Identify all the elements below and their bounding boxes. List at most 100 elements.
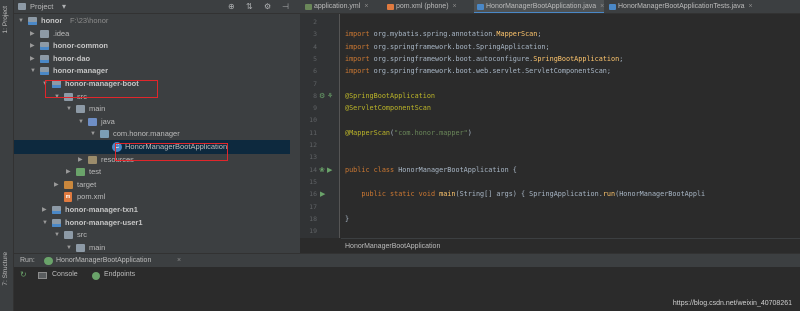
console-tab[interactable]: Console <box>52 271 78 278</box>
line-number: 4 <box>313 42 317 51</box>
highlight-box-module <box>45 80 158 98</box>
folder-icon <box>64 231 73 240</box>
code-token: org.springframework.boot.web.servlet.Ser… <box>373 67 611 76</box>
code-line: import org.springframework.boot.autoconf… <box>345 55 623 63</box>
project-icon <box>18 3 26 10</box>
highlight-box-class <box>115 143 228 161</box>
module-folder-icon <box>28 17 37 25</box>
tool-window-stripe: 1: Project 7: Structure <box>0 0 14 311</box>
run-icon[interactable]: ▶ <box>327 166 332 174</box>
collapse-icon[interactable]: ⇅ <box>246 2 253 11</box>
close-icon[interactable]: × <box>453 3 457 10</box>
line-number: 6 <box>313 67 317 76</box>
project-view-selector[interactable]: Project <box>30 2 53 11</box>
line-number: 13 <box>309 153 317 162</box>
folder-icon <box>76 243 85 252</box>
file-icon <box>387 4 394 10</box>
editor-tab[interactable]: HonorManagerBootApplicationTests.java × <box>606 0 766 13</box>
spring-boot-icon[interactable]: ❀ <box>319 166 325 174</box>
tree-row[interactable]: ▼ main <box>14 241 290 253</box>
editor-tab[interactable]: HonorManagerBootApplication.java × <box>474 0 604 13</box>
gear-icon[interactable]: ⚙ <box>264 2 271 11</box>
source-folder-icon <box>88 117 97 126</box>
line-number: 11 <box>309 128 317 137</box>
endpoints-icon <box>92 272 100 280</box>
endpoints-tab[interactable]: Endpoints <box>104 271 135 278</box>
line-number: 2 <box>313 18 317 26</box>
code-line: @MapperScan("com.honor.mapper") <box>345 129 472 137</box>
close-icon[interactable]: × <box>177 257 181 264</box>
close-icon[interactable]: × <box>600 3 604 10</box>
code-line: @ServletComponentScan <box>345 104 431 112</box>
file-icon <box>609 4 616 10</box>
code-token: SpringBootApplication <box>533 54 620 63</box>
file-icon <box>477 4 484 10</box>
code-line: public class HonorManagerBootApplication… <box>345 166 517 174</box>
code-token: run <box>602 190 616 199</box>
project-panel: Project ▾ ⊕ ⇅ ⚙ ⊣ ▼ honor F:\23\honor ▶ .ide… <box>14 0 300 253</box>
code-token: import <box>345 54 374 63</box>
module-folder-icon <box>40 67 49 76</box>
module-folder-icon <box>52 206 61 214</box>
spring-boot-icon <box>44 257 53 265</box>
code-token: import <box>345 30 374 39</box>
editor-tab-label: pom.xml (phone) <box>396 3 449 10</box>
expanded-arrow-icon[interactable]: ▼ <box>66 241 72 253</box>
target-icon[interactable]: ⊕ <box>228 2 235 11</box>
tree-item-label: main <box>89 242 106 252</box>
code-line: import org.springframework.boot.SpringAp… <box>345 43 550 51</box>
editor-tab[interactable]: pom.xml (phone) × <box>384 0 472 13</box>
spring-bean-icon[interactable]: ⚙ <box>319 92 325 100</box>
code-token: org.springframework.boot.autoconfigure. <box>373 54 534 63</box>
file-icon <box>305 4 312 10</box>
folder-icon <box>40 29 49 38</box>
close-icon[interactable]: × <box>748 3 752 10</box>
code-token: @ServletComponentScan <box>345 104 431 113</box>
code-line: } <box>345 215 349 223</box>
code-editor[interactable]: import org.mybatis.spring.annotation.Map… <box>341 14 800 238</box>
editor-tab[interactable]: application.yml × <box>302 0 382 13</box>
code-token: HonorManagerBootApplication { <box>398 165 517 174</box>
editor-gutter: 2 3 4 5 6 7 8 9 10 11 12 13 14 15 16 17 18 19 ⚙ ⚘ ❀ ▶ ▶ <box>300 14 340 238</box>
code-token: MapperScan <box>496 30 538 39</box>
code-token: "com.honor.mapper" <box>394 128 468 137</box>
folder-icon <box>76 105 85 114</box>
watermark: https://blog.csdn.net/weixin_40708261 <box>672 300 792 307</box>
code-token: (String[] args) { SpringApplication. <box>455 190 603 199</box>
package-icon <box>100 130 109 139</box>
line-number: 3 <box>313 30 317 39</box>
code-token: @SpringBootApplication <box>345 91 436 100</box>
line-number: 8 <box>313 91 317 100</box>
run-config-tab[interactable]: HonorManagerBootApplication <box>56 257 151 264</box>
code-line: public static void main(String[] args) {… <box>345 190 705 198</box>
hide-icon[interactable]: ⊣ <box>282 2 289 11</box>
editor-tab-label: HonorManagerBootApplication.java <box>486 3 597 10</box>
run-icon[interactable]: ▶ <box>320 190 325 198</box>
close-icon[interactable]: × <box>364 3 368 10</box>
code-token: ; <box>619 54 624 63</box>
xml-file-icon: m <box>64 192 72 203</box>
code-token: public class <box>345 165 399 174</box>
project-tool-tab[interactable]: 1: Project <box>2 6 9 33</box>
line-number: 15 <box>309 177 317 186</box>
line-number: 19 <box>309 227 317 236</box>
chevron-down-icon[interactable]: ▾ <box>62 2 66 11</box>
structure-tool-tab[interactable]: 7: Structure <box>2 252 9 286</box>
code-token: } <box>345 214 350 223</box>
module-folder-icon <box>52 218 61 227</box>
code-token: import <box>345 42 374 51</box>
code-token: @MapperScan <box>345 128 391 137</box>
breadcrumb[interactable]: HonorManagerBootApplication <box>341 238 800 253</box>
excluded-folder-icon <box>64 180 73 189</box>
code-token: ; <box>537 30 542 39</box>
run-toolbar: Run: HonorManagerBootApplication × <box>14 253 800 267</box>
test-folder-icon <box>76 168 85 177</box>
code-line: @SpringBootApplication <box>345 92 435 100</box>
code-token: public static void <box>361 190 440 199</box>
code-token: (HonorManagerBootAppli <box>615 190 706 199</box>
rerun-icon[interactable]: ↻ <box>20 270 27 279</box>
run-label: Run: <box>20 257 35 264</box>
beans-icon[interactable]: ⚘ <box>327 92 333 100</box>
code-token: import <box>345 67 374 76</box>
